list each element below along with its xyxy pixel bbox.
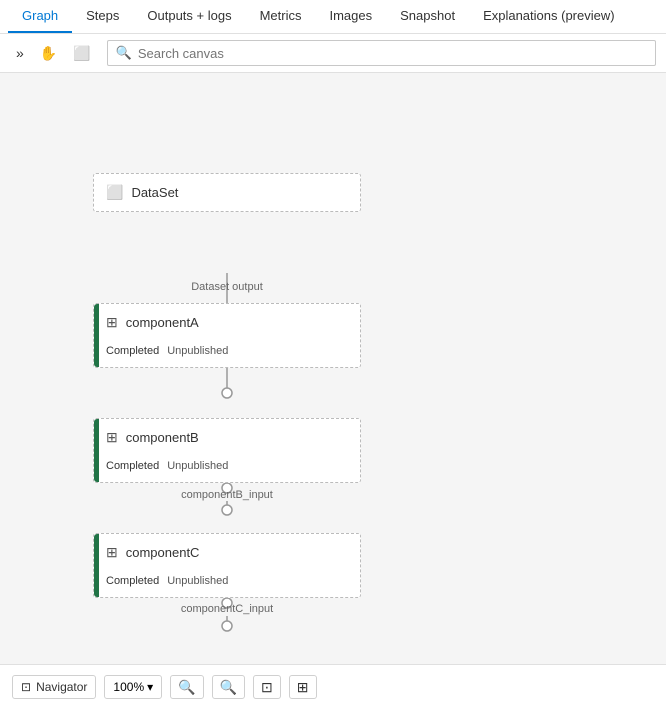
tab-metrics[interactable]: Metrics — [246, 0, 316, 33]
tab-bar: Graph Steps Outputs + logs Metrics Image… — [0, 0, 666, 34]
pan-button[interactable]: ✋ — [34, 41, 63, 66]
bottom-bar: ⊡ Navigator 100% ▾ 🔍 🔍 ⊡ ⊞ — [0, 664, 666, 709]
navigator-label: Navigator — [36, 680, 87, 694]
zoom-out-icon: 🔍 — [220, 679, 237, 695]
toolbar: » ✋ ⬜ 🔍 — [0, 34, 666, 73]
expand-button[interactable]: » — [10, 41, 30, 65]
fit-view-icon: ⊡ — [261, 679, 273, 695]
node-componentC-status-row: Completed Unpublished — [94, 571, 360, 597]
zoom-in-icon: 🔍 — [178, 679, 195, 695]
node-componentC[interactable]: ⊞ componentC Completed Unpublished — [93, 533, 361, 598]
componentB-input-label: componentB_input — [157, 489, 297, 501]
search-box: 🔍 — [107, 40, 656, 66]
componentA-accent — [94, 304, 99, 367]
node-componentA-status-row: Completed Unpublished — [94, 341, 360, 367]
componentB-status-badge: Completed — [106, 460, 159, 472]
grid-button[interactable]: ⊞ — [289, 675, 317, 699]
node-dataset-header: ⬜ DataSet — [94, 174, 360, 211]
node-componentB-header: ⊞ componentB — [94, 419, 360, 456]
tab-graph[interactable]: Graph — [8, 0, 72, 33]
grid-icon: ⊞ — [297, 679, 309, 695]
navigator-map-icon: ⊡ — [21, 680, 31, 694]
node-componentA-label: componentA — [126, 315, 199, 330]
node-componentA[interactable]: ⊞ componentA Completed Unpublished — [93, 303, 361, 368]
canvas[interactable]: ⬜ DataSet Dataset output componentA_inpu… — [0, 73, 666, 664]
node-componentA-header: ⊞ componentA — [94, 304, 360, 341]
componentC-icon: ⊞ — [106, 544, 118, 561]
node-componentB-status-row: Completed Unpublished — [94, 456, 360, 482]
zoom-chevron-icon: ▾ — [147, 680, 153, 694]
zoom-level-value: 100% — [113, 680, 144, 694]
componentB-accent — [94, 419, 99, 482]
search-icon: 🔍 — [116, 45, 132, 61]
componentC-unpublished-badge: Unpublished — [167, 575, 228, 587]
tab-images[interactable]: Images — [315, 0, 386, 33]
node-componentB[interactable]: ⊞ componentB Completed Unpublished — [93, 418, 361, 483]
dataset-output-label: Dataset output — [157, 281, 297, 293]
zoom-out-button[interactable]: 🔍 — [212, 675, 245, 699]
node-componentC-label: componentC — [126, 545, 200, 560]
tab-snapshot[interactable]: Snapshot — [386, 0, 469, 33]
tab-explanations[interactable]: Explanations (preview) — [469, 0, 629, 33]
navigator-button[interactable]: ⊡ Navigator — [12, 675, 96, 699]
node-dataset[interactable]: ⬜ DataSet — [93, 173, 361, 212]
componentA-unpublished-badge: Unpublished — [167, 345, 228, 357]
componentB-icon: ⊞ — [106, 429, 118, 446]
zoom-in-button[interactable]: 🔍 — [170, 675, 203, 699]
node-dataset-label: DataSet — [131, 185, 178, 200]
fit-view-button[interactable]: ⊡ — [253, 675, 281, 699]
search-input[interactable] — [138, 46, 647, 61]
componentB-unpublished-badge: Unpublished — [167, 460, 228, 472]
select-button[interactable]: ⬜ — [67, 41, 96, 66]
tab-outputs-logs[interactable]: Outputs + logs — [133, 0, 245, 33]
componentC-status-badge: Completed — [106, 575, 159, 587]
dataset-icon: ⬜ — [106, 184, 123, 201]
node-componentC-header: ⊞ componentC — [94, 534, 360, 571]
componentA-icon: ⊞ — [106, 314, 118, 331]
zoom-level-selector[interactable]: 100% ▾ — [104, 675, 162, 699]
componentC-accent — [94, 534, 99, 597]
tab-steps[interactable]: Steps — [72, 0, 133, 33]
componentC-input-label: componentC_input — [157, 603, 297, 615]
componentA-status-badge: Completed — [106, 345, 159, 357]
node-componentB-label: componentB — [126, 430, 199, 445]
